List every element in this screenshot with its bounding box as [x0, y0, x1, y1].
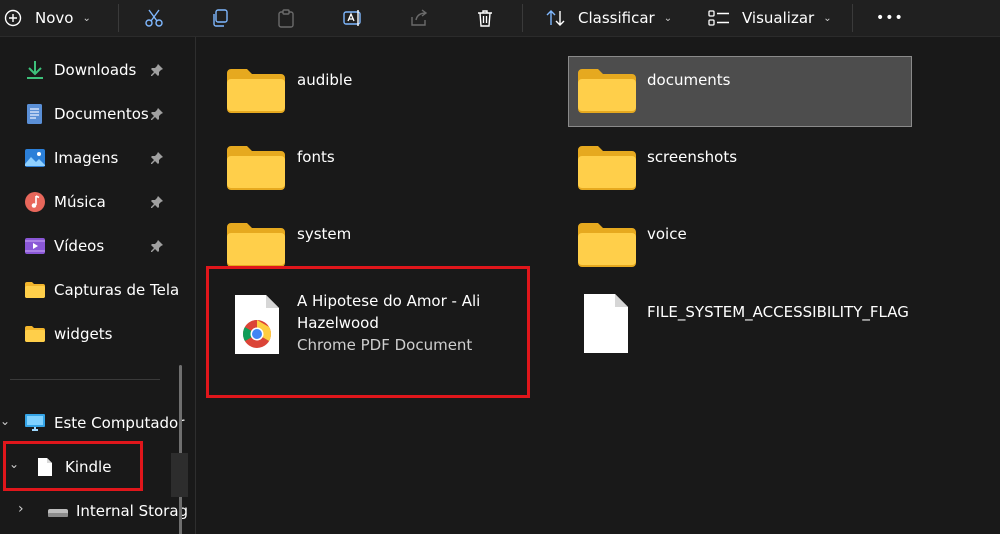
toolbar-separator: [118, 4, 119, 32]
sidebar-item-label: Imagens: [54, 149, 119, 167]
rename-button[interactable]: [342, 0, 364, 36]
folder-icon: [225, 67, 287, 117]
chevron-down-icon: ⌄: [663, 12, 673, 24]
folder-name: fonts: [297, 148, 335, 166]
trash-icon: [475, 8, 495, 28]
toolbar-separator: [522, 4, 523, 32]
videos-icon: [24, 236, 46, 256]
delete-button[interactable]: [475, 0, 495, 36]
chevron-down-icon[interactable]: ⌄: [0, 414, 10, 428]
new-label: Novo: [35, 9, 74, 27]
clipboard-icon: [276, 8, 296, 28]
red-highlight-box-pdf: [206, 266, 530, 398]
sidebar-item-videos[interactable]: Vídeos: [0, 231, 188, 261]
sidebar-divider: [10, 379, 160, 380]
file-tile-accessibility-flag[interactable]: FILE_SYSTEM_ACCESSIBILITY_FLAG: [576, 284, 916, 364]
sidebar-item-label: Downloads: [54, 61, 137, 79]
sort-button[interactable]: Classificar ⌄: [545, 0, 672, 36]
more-options-button[interactable]: •••: [876, 0, 904, 36]
sidebar-item-documents[interactable]: Documentos: [0, 99, 188, 129]
folder-icon: [225, 221, 287, 271]
drive-icon: [47, 504, 69, 524]
documents-icon: [24, 104, 46, 124]
pin-icon: [150, 106, 164, 125]
pictures-icon: [24, 148, 46, 168]
pin-icon: [150, 150, 164, 169]
share-button[interactable]: [409, 0, 429, 36]
folder-icon: [225, 144, 287, 194]
command-bar: Novo ⌄ Classificar ⌄ Visualizar ⌄ •••: [0, 0, 1000, 37]
music-icon: [24, 192, 46, 212]
scissors-icon: [144, 8, 164, 28]
download-icon: [24, 60, 46, 80]
view-button[interactable]: Visualizar ⌄: [708, 0, 832, 36]
sidebar-item-downloads[interactable]: Downloads: [0, 55, 188, 85]
chevron-down-icon: ⌄: [82, 12, 91, 24]
pin-icon: [150, 62, 164, 81]
view-list-icon: [708, 8, 732, 28]
sort-label: Classificar: [578, 9, 655, 27]
copy-button[interactable]: [210, 0, 230, 36]
sidebar-item-label: Vídeos: [54, 237, 105, 255]
chevron-right-icon[interactable]: ›: [18, 501, 24, 517]
paste-button[interactable]: [276, 0, 296, 36]
folder-tile-screenshots[interactable]: screenshots: [576, 139, 896, 199]
folder-tile-audible[interactable]: audible: [225, 62, 545, 122]
folder-icon: [24, 324, 46, 344]
sidebar-item-this-pc[interactable]: ⌄ Este Computador: [0, 408, 188, 438]
red-highlight-box-kindle: [3, 441, 143, 491]
new-button[interactable]: Novo ⌄: [4, 0, 91, 36]
folder-name: voice: [647, 225, 687, 243]
toolbar-separator: [852, 4, 853, 32]
folder-tile-documents[interactable]: documents: [576, 62, 896, 122]
pane-divider[interactable]: [195, 37, 196, 534]
file-name: FILE_SYSTEM_ACCESSIBILITY_FLAG: [647, 303, 909, 321]
plus-circle-icon: [4, 9, 22, 27]
sidebar-item-label: Capturas de Tela: [54, 281, 180, 299]
folder-icon: [576, 144, 638, 194]
folder-name: system: [297, 225, 352, 243]
sidebar-item-label: Documentos: [54, 105, 149, 123]
folder-name: audible: [297, 71, 353, 89]
sidebar-item-screenshots[interactable]: Capturas de Tela: [0, 275, 188, 305]
share-icon: [409, 8, 429, 28]
sidebar-item-label: Internal Storage: [76, 502, 188, 520]
folder-icon: [576, 67, 638, 117]
sidebar-item-label: widgets: [54, 325, 113, 343]
view-label: Visualizar: [742, 9, 815, 27]
folder-name: screenshots: [647, 148, 738, 166]
sidebar-item-widgets[interactable]: widgets: [0, 319, 188, 349]
sidebar-item-internal-storage[interactable]: › Internal Storage: [0, 496, 188, 526]
blank-file-icon: [582, 293, 630, 359]
pin-icon: [150, 194, 164, 213]
chevron-down-icon: ⌄: [823, 12, 832, 24]
sidebar-hover-strip: [171, 453, 188, 497]
sidebar-scrollbar[interactable]: [179, 365, 182, 534]
folder-tile-voice[interactable]: voice: [576, 216, 896, 276]
sidebar-item-label: Música: [54, 193, 106, 211]
sidebar-item-pictures[interactable]: Imagens: [0, 143, 188, 173]
pin-icon: [150, 238, 164, 257]
folder-tile-fonts[interactable]: fonts: [225, 139, 545, 199]
sidebar-item-label: Este Computador: [54, 414, 185, 432]
rename-icon: [342, 8, 364, 28]
sidebar-item-music[interactable]: Música: [0, 187, 188, 217]
more-options-icon: •••: [876, 10, 904, 26]
folder-name: documents: [647, 71, 731, 89]
copy-icon: [210, 8, 230, 28]
folder-icon: [24, 280, 46, 300]
computer-icon: [24, 413, 46, 433]
folder-tile-system[interactable]: system: [225, 216, 545, 267]
cut-button[interactable]: [144, 0, 164, 36]
folder-icon: [576, 221, 638, 271]
sort-arrows-icon: [545, 8, 567, 28]
